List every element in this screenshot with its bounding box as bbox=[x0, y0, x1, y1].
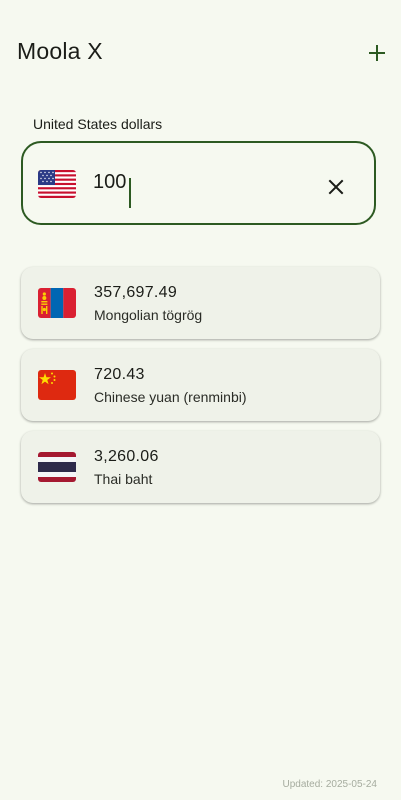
text-cursor bbox=[129, 178, 131, 208]
converted-amount: 357,697.49 bbox=[94, 284, 178, 301]
close-icon bbox=[328, 179, 344, 195]
china-flag-icon bbox=[38, 370, 76, 400]
us-flag-icon bbox=[38, 170, 76, 198]
conversion-card-cny[interactable]: 720.43 Chinese yuan (renminbi) bbox=[21, 349, 380, 421]
mongolia-flag-icon bbox=[38, 288, 76, 318]
app-bar: Moola X bbox=[0, 0, 401, 105]
last-updated-text: Updated: 2025-05-24 bbox=[282, 779, 377, 790]
base-currency-label: United States dollars bbox=[33, 116, 163, 132]
conversion-card-mnt[interactable]: 357,697.49 Mongolian tögrög bbox=[21, 267, 380, 339]
add-currency-button[interactable] bbox=[360, 36, 394, 70]
amount-input[interactable] bbox=[93, 165, 303, 199]
plus-icon bbox=[369, 45, 385, 61]
currency-name: Mongolian tögrög bbox=[94, 307, 203, 323]
app-title: Moola X bbox=[17, 38, 103, 64]
amount-field[interactable] bbox=[21, 141, 376, 225]
currency-name: Thai baht bbox=[94, 471, 153, 487]
converted-amount: 3,260.06 bbox=[94, 448, 159, 465]
currency-name: Chinese yuan (renminbi) bbox=[94, 389, 247, 405]
thailand-flag-icon bbox=[38, 452, 76, 482]
conversion-card-thb[interactable]: 3,260.06 Thai baht bbox=[21, 431, 380, 503]
converted-amount: 720.43 bbox=[94, 366, 145, 383]
clear-button[interactable] bbox=[325, 176, 347, 198]
